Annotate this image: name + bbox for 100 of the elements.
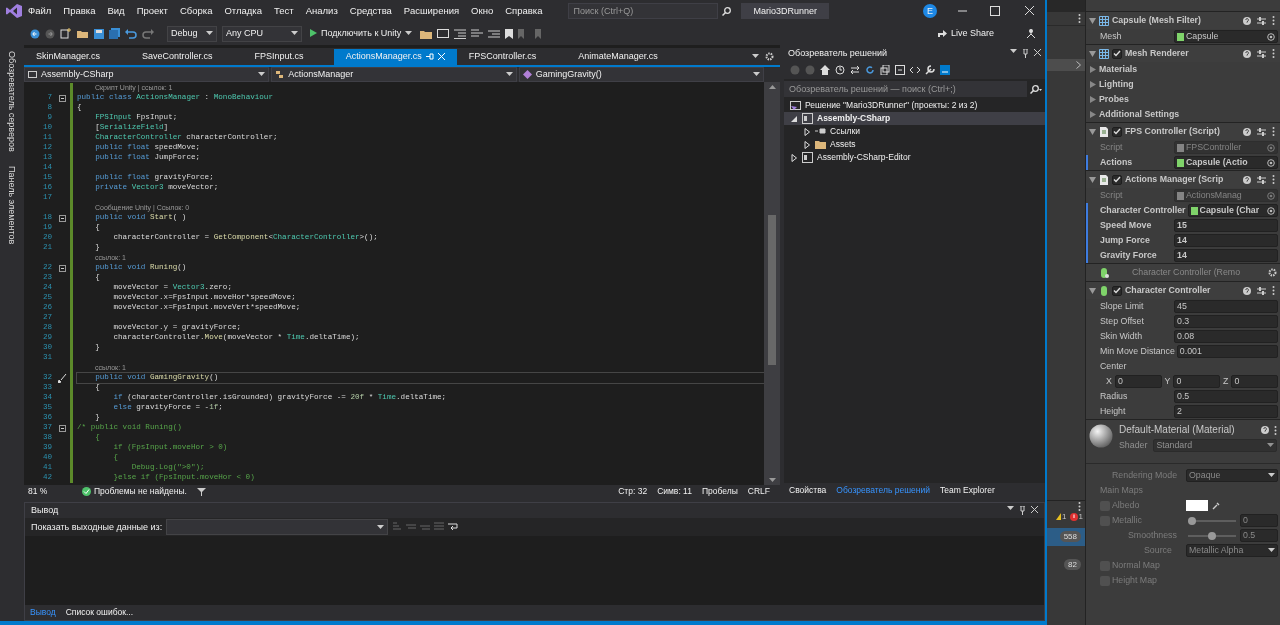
- collapse-icon[interactable]: [58, 214, 66, 222]
- side-tab[interactable]: Панель элементов: [6, 165, 18, 245]
- object-field[interactable]: Capsule (Char: [1187, 204, 1278, 217]
- panel-tab[interactable]: Team Explorer: [934, 483, 1000, 498]
- component-title[interactable]: Actions Manager (Scrip: [1125, 174, 1238, 185]
- preset-icon[interactable]: [1257, 16, 1266, 25]
- pin-icon[interactable]: [1019, 506, 1026, 515]
- settings-icon[interactable]: [765, 52, 774, 61]
- word-wrap-icon[interactable]: [448, 522, 460, 532]
- screen-icon[interactable]: [437, 28, 450, 39]
- document-tab[interactable]: FPSController.cs: [456, 49, 549, 65]
- more-icon[interactable]: [1272, 286, 1275, 295]
- object-field[interactable]: Capsule (Actio: [1174, 156, 1278, 169]
- shader-dropdown[interactable]: Standard: [1153, 439, 1277, 452]
- help-icon[interactable]: [1243, 127, 1251, 136]
- more-icon[interactable]: [1272, 127, 1275, 136]
- help-icon[interactable]: [1243, 286, 1251, 295]
- search-field[interactable]: Обозреватель решений — поиск (Ctrl+;): [784, 81, 1027, 97]
- number-field[interactable]: 0.001: [1176, 345, 1278, 358]
- close-icon[interactable]: [1031, 506, 1038, 513]
- help-icon[interactable]: [1243, 175, 1251, 184]
- menu-item[interactable]: Окно: [465, 5, 500, 17]
- document-tab[interactable]: FPSInput.cs: [242, 49, 316, 65]
- zoom-level[interactable]: 81 %: [28, 486, 72, 497]
- more-icon[interactable]: [1272, 175, 1275, 184]
- code-icon[interactable]: [910, 65, 920, 75]
- scrollbar-thumb[interactable]: [768, 214, 776, 365]
- whitespace-mode[interactable]: Пробелы: [701, 486, 738, 497]
- more-icon[interactable]: [1078, 502, 1081, 511]
- sync-icon[interactable]: [850, 65, 860, 75]
- live-share-button[interactable]: Live Share: [930, 27, 1000, 40]
- folder-icon[interactable]: [420, 28, 433, 39]
- number-field[interactable]: 0: [1114, 375, 1162, 388]
- wrench-icon[interactable]: [925, 65, 935, 75]
- checkbox[interactable]: [1112, 174, 1122, 185]
- feedback-icon[interactable]: [1025, 27, 1037, 40]
- number-field[interactable]: 45: [1174, 300, 1278, 313]
- more-icon[interactable]: [1274, 425, 1277, 435]
- menu-item[interactable]: Тест: [268, 5, 300, 17]
- undo-icon[interactable]: [125, 28, 137, 39]
- settings-icon[interactable]: [1268, 268, 1277, 277]
- number-field[interactable]: 0.3: [1174, 315, 1278, 328]
- navigation-dropdown[interactable]: Assembly-CSharp: [24, 67, 270, 82]
- target-icon[interactable]: [1267, 32, 1275, 41]
- menu-item[interactable]: Вид: [101, 5, 131, 17]
- foldout-arrow-icon[interactable]: [1089, 287, 1096, 294]
- document-tab[interactable]: SaveController.cs: [130, 49, 225, 65]
- component-title[interactable]: Mesh Renderer: [1125, 48, 1238, 59]
- foldout-arrow-icon[interactable]: [1089, 176, 1096, 183]
- menu-item[interactable]: Сборка: [173, 5, 219, 17]
- number-field[interactable]: 0.5: [1174, 390, 1278, 403]
- collapsed-arrow-icon[interactable]: [803, 127, 811, 136]
- object-field[interactable]: Capsule: [1174, 30, 1278, 43]
- home-icon[interactable]: [820, 65, 830, 75]
- component-title[interactable]: FPS Controller (Script): [1125, 126, 1238, 137]
- checkbox[interactable]: [1112, 126, 1122, 137]
- navigation-dropdown[interactable]: GamingGravity(): [518, 67, 764, 82]
- bookmark-icon[interactable]: [505, 28, 514, 39]
- panel-tab[interactable]: Вывод: [25, 605, 61, 620]
- back-icon[interactable]: [30, 28, 40, 39]
- console-row[interactable]: 82: [1047, 555, 1085, 574]
- more-icon[interactable]: [1272, 49, 1275, 58]
- history-icon[interactable]: [835, 65, 845, 75]
- platform-dropdown[interactable]: Any CPU: [222, 25, 302, 42]
- document-tab[interactable]: SkinManager.cs: [24, 49, 113, 65]
- align-icon[interactable]: [488, 28, 501, 39]
- document-tab[interactable]: AnimateManager.cs: [566, 49, 670, 65]
- save-icon[interactable]: [94, 28, 104, 39]
- line-ending-mode[interactable]: CRLF: [747, 486, 770, 497]
- refresh-icon[interactable]: [865, 65, 875, 75]
- collapse-icon[interactable]: [58, 94, 66, 102]
- save-all-icon[interactable]: [109, 28, 120, 39]
- number-field[interactable]: 0: [1173, 375, 1220, 388]
- help-icon[interactable]: [1243, 49, 1251, 58]
- collapse-icon[interactable]: [58, 264, 66, 272]
- preset-icon[interactable]: [1257, 175, 1266, 184]
- outdent-icon[interactable]: [471, 28, 484, 39]
- preset-icon[interactable]: [1257, 49, 1266, 58]
- open-folder-icon[interactable]: [77, 28, 89, 39]
- menu-item[interactable]: Отладка: [218, 5, 269, 17]
- menu-item[interactable]: Правка: [57, 5, 102, 17]
- foldout-arrow-icon[interactable]: [1089, 128, 1096, 135]
- component-title[interactable]: Capsule (Mesh Filter): [1112, 15, 1238, 26]
- redo-icon[interactable]: [142, 28, 154, 39]
- tree-item[interactable]: Ссылки: [784, 125, 1045, 138]
- number-field[interactable]: 15: [1174, 219, 1278, 232]
- error-count[interactable]: 1: [1069, 512, 1083, 522]
- number-field[interactable]: 0.08: [1174, 330, 1278, 343]
- console-row[interactable]: 558: [1047, 527, 1085, 546]
- search-field[interactable]: [1047, 0, 1085, 12]
- number-field[interactable]: 2: [1174, 405, 1278, 418]
- component-title[interactable]: Character Controller: [1125, 285, 1238, 296]
- foldout-arrow-icon[interactable]: [1090, 96, 1096, 103]
- menu-item[interactable]: Расширения: [397, 5, 466, 17]
- more-icon[interactable]: [1078, 14, 1081, 23]
- collapsed-arrow-icon[interactable]: [803, 140, 811, 149]
- collapse-all-icon[interactable]: [895, 65, 905, 75]
- collapse-icon[interactable]: [58, 424, 66, 432]
- checkbox[interactable]: [1112, 285, 1122, 296]
- preset-icon[interactable]: [1257, 127, 1266, 136]
